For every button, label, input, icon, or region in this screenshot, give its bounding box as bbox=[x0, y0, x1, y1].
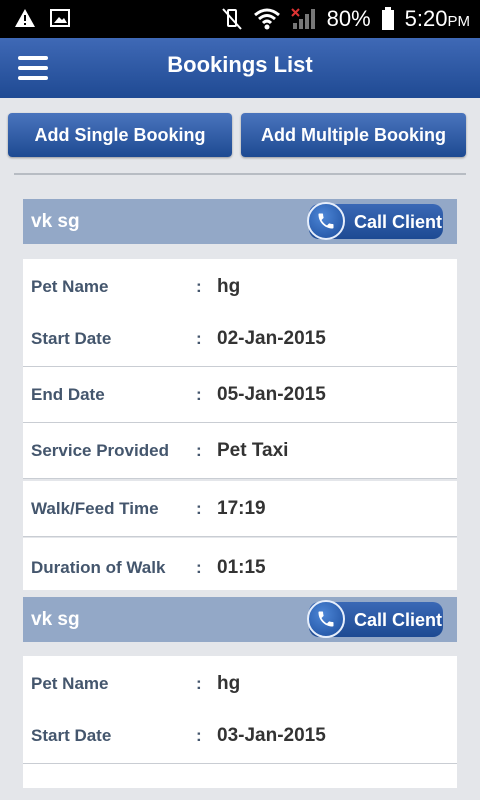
client-name: vk sg bbox=[31, 211, 80, 232]
detail-label: Duration of Walk bbox=[31, 558, 166, 577]
detail-label: Start Date bbox=[31, 329, 112, 348]
battery-icon bbox=[381, 7, 394, 30]
wifi-icon bbox=[253, 8, 280, 30]
detail-value: 01:15 bbox=[217, 557, 266, 578]
warning-icon bbox=[15, 9, 35, 27]
detail-value: Pet Taxi bbox=[217, 440, 289, 461]
detail-colon: : bbox=[196, 441, 202, 460]
image-icon bbox=[50, 9, 70, 27]
clock: 5:20PM bbox=[405, 6, 470, 32]
detail-colon: : bbox=[196, 499, 202, 518]
vibrate-off-icon bbox=[221, 8, 242, 30]
phone-icon bbox=[307, 202, 345, 240]
booking-card-header: vk sg Call Client bbox=[23, 597, 457, 642]
detail-value: hg bbox=[217, 673, 241, 694]
booking-card-header: vk sg Call Client bbox=[23, 199, 457, 244]
battery-percentage: 80% bbox=[326, 6, 371, 31]
detail-colon: : bbox=[196, 329, 202, 348]
detail-colon: : bbox=[196, 674, 202, 693]
detail-row-partial bbox=[23, 764, 457, 788]
detail-row-walk-feed-time: Walk/Feed Time : 17:19 bbox=[23, 481, 457, 537]
detail-row-start-date: Start Date : 03-Jan-2015 bbox=[23, 708, 457, 764]
app-bar: Bookings List bbox=[0, 38, 480, 98]
status-bar: 80% 5:20PM bbox=[0, 0, 480, 38]
detail-row-start-date: Start Date : 02-Jan-2015 bbox=[23, 311, 457, 367]
call-client-label: Call Client bbox=[354, 610, 443, 630]
detail-value: hg bbox=[217, 276, 241, 297]
divider bbox=[14, 173, 466, 175]
detail-colon: : bbox=[196, 277, 202, 296]
detail-row-pet-name: Pet Name : hg bbox=[23, 656, 457, 712]
detail-label: Walk/Feed Time bbox=[31, 499, 159, 518]
call-client-label: Call Client bbox=[354, 212, 443, 232]
detail-value: 05-Jan-2015 bbox=[217, 384, 326, 405]
detail-row-duration-of-walk: Duration of Walk : 01:15 bbox=[23, 538, 457, 590]
detail-colon: : bbox=[196, 726, 202, 745]
detail-colon: : bbox=[196, 385, 202, 404]
phone-icon bbox=[307, 600, 345, 638]
detail-label: End Date bbox=[31, 385, 105, 404]
signal-icon bbox=[290, 8, 315, 29]
page-title: Bookings List bbox=[167, 52, 313, 77]
detail-label: Pet Name bbox=[31, 277, 109, 296]
add-multiple-booking-button[interactable]: Add Multiple Booking bbox=[241, 113, 466, 157]
detail-value: 02-Jan-2015 bbox=[217, 328, 326, 349]
detail-colon: : bbox=[196, 558, 202, 577]
client-name: vk sg bbox=[31, 609, 80, 630]
clock-ampm: PM bbox=[447, 13, 471, 30]
detail-value: 03-Jan-2015 bbox=[217, 725, 326, 746]
detail-label: Start Date bbox=[31, 726, 112, 745]
detail-label: Pet Name bbox=[31, 674, 109, 693]
detail-value: 17:19 bbox=[217, 498, 266, 519]
call-client-button[interactable]: Call Client bbox=[307, 202, 443, 240]
detail-row-end-date: End Date : 05-Jan-2015 bbox=[23, 367, 457, 423]
clock-time: 5:20 bbox=[404, 6, 448, 31]
detail-row-service-provided: Service Provided : Pet Taxi bbox=[23, 423, 457, 479]
detail-label: Service Provided bbox=[31, 441, 169, 460]
detail-row-pet-name: Pet Name : hg bbox=[23, 259, 457, 315]
call-client-button[interactable]: Call Client bbox=[307, 600, 443, 638]
status-left-icons bbox=[14, 8, 70, 28]
add-single-booking-button[interactable]: Add Single Booking bbox=[8, 113, 232, 157]
status-right-icons: 80% 5:20PM bbox=[221, 0, 470, 38]
